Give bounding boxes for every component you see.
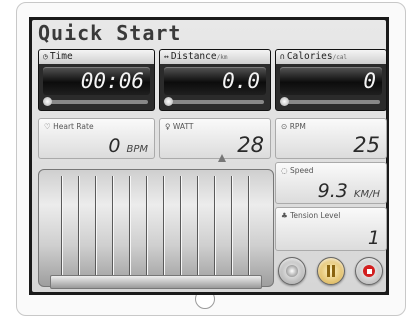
tension-icon: ♣ (281, 211, 288, 220)
flame-icon: ∩ (280, 52, 285, 61)
watt-value: 28 (237, 133, 264, 157)
calories-header: ∩ Calories/cal (276, 50, 386, 64)
rpm-value: 25 (353, 133, 380, 157)
heart-rate-value: 0 (108, 135, 121, 157)
speed-label: Speed (289, 166, 314, 175)
bulb-icon: ♀ (165, 122, 171, 131)
speed-value: 9.3 (317, 180, 348, 202)
watt-label: WATT (172, 122, 194, 131)
speed-value-wrap: 9.3 KM/H (318, 180, 380, 202)
speed-unit: KM/H (353, 189, 380, 200)
calories-display: 0 (280, 67, 382, 95)
calories-label: Calories (286, 51, 333, 62)
calories-panel: ∩ Calories/cal 0 (275, 49, 387, 111)
speed-header: ◌ Speed (281, 166, 313, 175)
pause-button[interactable] (317, 257, 345, 285)
roller-slat (78, 176, 79, 280)
stop-button[interactable] (355, 257, 383, 285)
speed-stat: ◌ Speed 9.3 KM/H (275, 162, 387, 204)
time-label: Time (49, 51, 73, 62)
calories-slider[interactable] (280, 97, 380, 106)
speed-icon: ◌ (281, 166, 288, 175)
heart-rate-value-wrap: 0 BPM (108, 135, 148, 157)
time-slider[interactable] (43, 97, 148, 106)
tension-stat: ♣ Tension Level 1 (275, 207, 387, 251)
slider-knob[interactable] (43, 97, 52, 106)
tension-header: ♣ Tension Level (281, 211, 340, 220)
position-marker (218, 154, 226, 162)
calories-unit: /cal (332, 54, 348, 61)
heart-rate-unit: BPM (126, 144, 148, 155)
time-panel: ◷ Time 00:06 (38, 49, 155, 111)
reset-button[interactable] (278, 257, 306, 285)
roller-slat (112, 176, 113, 280)
tension-label: Tension Level (290, 211, 341, 220)
distance-display: 0.0 (164, 67, 266, 95)
roller-slat (163, 176, 164, 280)
heart-icon: ♡ (44, 122, 51, 131)
roller-slat (146, 176, 147, 280)
roller-slat (61, 176, 62, 280)
rpm-stat: ⊙ RPM 25 (275, 118, 387, 159)
roller-slat (197, 176, 198, 280)
stop-icon (363, 265, 375, 277)
rpm-header: ⊙ RPM (281, 122, 306, 131)
time-header: ◷ Time (39, 50, 154, 64)
roller-slat (231, 176, 232, 280)
pause-icon (327, 265, 335, 277)
tension-value: 1 (367, 227, 380, 249)
time-display: 00:06 (43, 67, 150, 95)
slider-knob[interactable] (164, 97, 173, 106)
roller-slat (214, 176, 215, 280)
slider-knob[interactable] (280, 97, 289, 106)
roller-slat (180, 176, 181, 280)
roller-base (50, 275, 262, 289)
distance-slider[interactable] (164, 97, 264, 106)
roller-display (38, 169, 274, 287)
distance-unit: /km (216, 54, 228, 61)
roller-slat (129, 176, 130, 280)
heart-rate-label: Heart Rate (53, 122, 94, 131)
reset-icon (286, 265, 298, 277)
app-screen: Quick Start ◷ Time 00:06 ↔ Distance/km 0.0… (29, 17, 389, 295)
distance-panel: ↔ Distance/km 0.0 (159, 49, 271, 111)
distance-header: ↔ Distance/km (160, 50, 270, 64)
watt-stat: ♀ WATT 28 (159, 118, 271, 159)
heart-rate-header: ♡ Heart Rate (44, 122, 94, 131)
heart-rate-stat: ♡ Heart Rate 0 BPM (38, 118, 155, 159)
clock-icon: ◷ (43, 52, 48, 61)
roller-slat (95, 176, 96, 280)
roller-slat (248, 176, 249, 280)
distance-icon: ↔ (164, 52, 169, 61)
gauge-icon: ⊙ (281, 122, 288, 131)
watt-header: ♀ WATT (165, 122, 193, 131)
distance-label: Distance (170, 51, 217, 62)
page-title: Quick Start (38, 21, 182, 45)
rpm-label: RPM (289, 122, 306, 131)
